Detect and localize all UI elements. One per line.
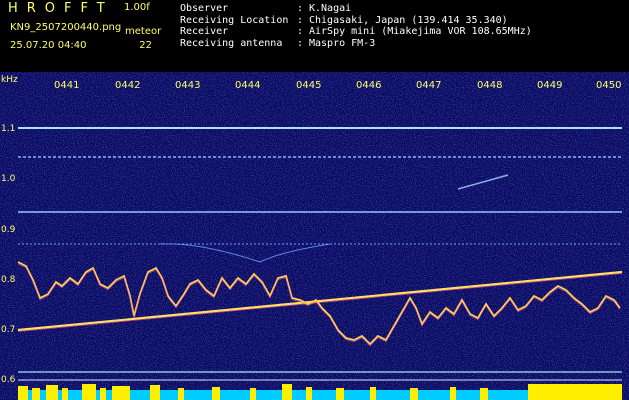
spectrogram — [0, 72, 629, 400]
activity-bar — [46, 385, 58, 400]
freq-label: 0.6 — [1, 375, 16, 385]
info-value: Maspro FM-3 — [309, 37, 376, 49]
activity-bar — [370, 387, 376, 400]
info-value: Chigasaki, Japan (139.414 35.340) — [309, 14, 508, 26]
time-tick: 0445 — [296, 80, 322, 91]
info-key: Receiving Location — [180, 14, 289, 26]
station-info: Observer: K.Nagai Receiving Location: Chig… — [180, 3, 532, 49]
time-tick: 0442 — [115, 80, 141, 91]
info-row-antenna: Receiving antenna: Maspro FM-3 — [180, 38, 532, 50]
app-title: HROFFT — [8, 1, 114, 16]
spectrogram-noise — [0, 72, 629, 400]
activity-bar — [32, 388, 40, 400]
info-value: AirSpy mini (Miakejima VOR 108.65MHz) — [309, 26, 532, 37]
time-tick: 0447 — [416, 80, 442, 91]
info-sep: : — [297, 37, 304, 49]
info-row-location: Receiving Location: Chigasaki, Japan (139… — [180, 15, 532, 27]
info-sep: : — [297, 3, 304, 14]
freq-unit-label: kHz — [1, 75, 18, 85]
activity-bar — [282, 384, 292, 400]
file-name: KN9_2507200440.png — [10, 22, 122, 33]
activity-bar — [306, 387, 312, 400]
app-version: 1.00f — [124, 2, 150, 13]
meteor-count: 22 — [139, 40, 152, 51]
activity-bar — [480, 388, 488, 400]
activity-bar — [18, 386, 28, 400]
info-value: K.Nagai — [309, 3, 352, 14]
time-tick: 0443 — [175, 80, 201, 91]
time-tick: 0446 — [356, 80, 382, 91]
activity-bar — [212, 387, 220, 400]
freq-label: 0.9 — [1, 225, 16, 235]
activity-bar — [112, 386, 130, 400]
header: HROFFT 1.00f KN9_2507200440.png meteor 2… — [0, 0, 629, 72]
time-tick: 0449 — [537, 80, 563, 91]
info-key: Observer — [180, 3, 229, 14]
activity-bar — [82, 384, 96, 400]
activity-bar — [250, 388, 256, 400]
info-row-receiver: Receiver: AirSpy mini (Miakejima VOR 108.… — [180, 26, 532, 38]
time-tick: 0444 — [235, 80, 261, 91]
activity-bar — [336, 388, 344, 400]
activity-bar — [150, 385, 160, 400]
freq-label: 0.7 — [1, 325, 16, 335]
activity-bar — [178, 388, 184, 400]
activity-bar — [450, 387, 456, 400]
activity-bar — [62, 388, 68, 400]
time-tick: 0441 — [54, 80, 80, 91]
activity-bar — [528, 384, 622, 400]
info-sep: : — [297, 14, 304, 26]
activity-bar — [100, 388, 106, 400]
info-key: Receiving antenna — [180, 37, 283, 49]
freq-label: 1.0 — [1, 174, 16, 184]
time-tick: 0450 — [596, 80, 622, 91]
capture-datetime: 25.07.20 04:40 — [10, 40, 87, 51]
time-tick: 0448 — [477, 80, 503, 91]
freq-label: 0.8 — [1, 275, 16, 285]
freq-label: 1.1 — [1, 124, 16, 134]
info-sep: : — [297, 26, 304, 37]
info-key: Receiver — [180, 26, 229, 37]
meteor-label: meteor — [125, 26, 162, 37]
info-row-observer: Observer: K.Nagai — [180, 3, 532, 15]
activity-bar — [410, 388, 418, 400]
